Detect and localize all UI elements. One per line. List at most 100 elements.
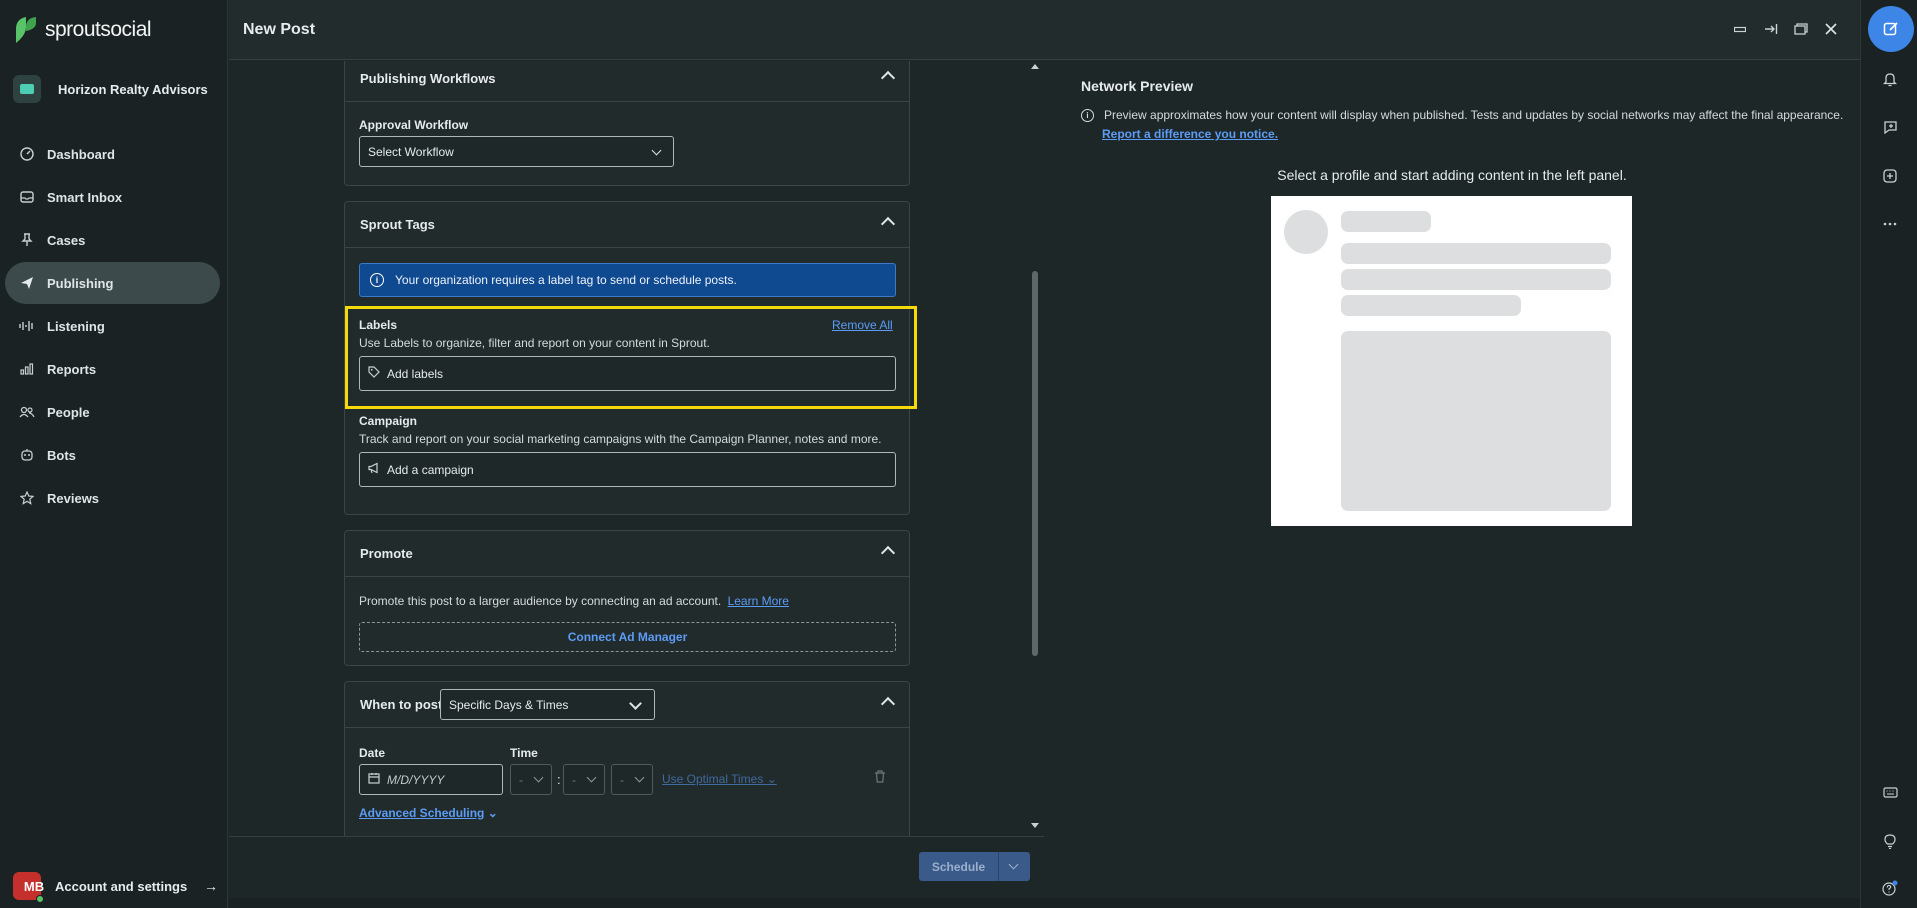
add-campaign-text: Add a campaign: [387, 462, 474, 477]
promote-header[interactable]: Promote: [345, 531, 909, 577]
post-editor: Publishing Workflows Approval Workflow S…: [229, 61, 1044, 836]
nav-people[interactable]: People: [5, 391, 220, 433]
preview-prompt: Select a profile and start adding conten…: [1277, 167, 1627, 183]
name-placeholder: [1341, 211, 1431, 232]
right-rail: [1860, 0, 1917, 908]
schedule-options-dropdown[interactable]: [999, 852, 1030, 881]
compose-icon: [1883, 22, 1898, 36]
lightbulb-icon[interactable]: [1880, 831, 1900, 851]
paper-plane-icon: [19, 275, 35, 291]
sprout-tags-panel: Sprout Tags i Your organization requires…: [344, 201, 910, 515]
preview-note: i Preview approximates how your content …: [1081, 108, 1843, 122]
add-labels-text: Add labels: [387, 366, 444, 381]
brand-name: sproutsocial: [45, 18, 152, 41]
nav-reviews[interactable]: Reviews: [5, 477, 220, 519]
nav-listening[interactable]: Listening: [5, 305, 220, 347]
account-label: Account and settings: [55, 878, 188, 894]
horizontal-scrollbar[interactable]: [229, 898, 1860, 908]
approval-workflow-select[interactable]: Select Workflow: [359, 136, 674, 167]
account-settings[interactable]: MB Account and settings →: [13, 872, 218, 903]
nav-reports[interactable]: Reports: [5, 348, 220, 390]
nav-label: Reviews: [47, 490, 100, 506]
publishing-workflows-panel: Publishing Workflows Approval Workflow S…: [344, 61, 910, 186]
org-switcher[interactable]: Horizon Realty Advisors: [13, 75, 208, 103]
help-icon[interactable]: [1880, 878, 1900, 898]
compose-button[interactable]: [1868, 6, 1914, 52]
online-status-dot: [36, 895, 44, 903]
promote-text: Promote this post to a larger audience b…: [359, 594, 722, 608]
panel-title: Promote: [360, 546, 413, 561]
keyboard-icon[interactable]: [1880, 782, 1900, 802]
chevron-up-icon: [880, 545, 896, 561]
panel-title: Sprout Tags: [360, 217, 435, 232]
minute-select[interactable]: -: [563, 764, 605, 795]
editor-scrollbar[interactable]: [1029, 61, 1041, 835]
labels-description: Use Labels to organize, filter and repor…: [359, 336, 710, 350]
advanced-scheduling-link[interactable]: Advanced Scheduling ⌄: [359, 806, 498, 820]
scroll-up-arrow[interactable]: [1031, 64, 1039, 69]
nav-publishing[interactable]: Publishing: [5, 262, 220, 304]
star-icon: [19, 490, 35, 506]
nav-label: Publishing: [47, 275, 114, 291]
promote-panel: Promote Promote this post to a larger au…: [344, 530, 910, 666]
pin-icon: [19, 232, 35, 248]
connect-ad-manager-button[interactable]: Connect Ad Manager: [359, 622, 896, 652]
collapse-right-icon[interactable]: [1762, 20, 1780, 38]
gauge-icon: [19, 146, 35, 162]
when-to-post-header[interactable]: When to post Specific Days & Times: [345, 682, 909, 728]
date-label: Date: [359, 746, 386, 760]
bell-icon[interactable]: [1880, 69, 1900, 89]
scroll-down-arrow[interactable]: [1031, 823, 1039, 828]
close-icon[interactable]: [1822, 20, 1840, 38]
nav-label: Dashboard: [47, 146, 115, 162]
timing-value: Specific Days & Times: [449, 697, 569, 712]
nav-smart-inbox[interactable]: Smart Inbox: [5, 176, 220, 218]
approval-workflow-label: Approval Workflow: [359, 118, 469, 132]
info-icon: i: [370, 273, 384, 287]
hour-select[interactable]: -: [510, 764, 552, 795]
chevron-down-icon: [586, 772, 597, 783]
nav-dashboard[interactable]: Dashboard: [5, 133, 220, 175]
campaign-description: Track and report on your social marketin…: [359, 432, 882, 446]
nav-cases[interactable]: Cases: [5, 219, 220, 261]
chevron-down-icon: [651, 145, 662, 156]
waveform-icon: [19, 318, 35, 334]
avatar-placeholder: [1284, 210, 1328, 254]
page-title: New Post: [243, 21, 316, 38]
ampm-value: -: [620, 772, 624, 787]
feedback-chat-icon[interactable]: [1880, 117, 1900, 137]
labels-title: Labels: [359, 318, 398, 332]
org-name: Horizon Realty Advisors: [58, 81, 208, 97]
trash-icon[interactable]: [874, 770, 888, 784]
left-sidebar: sproutsocial Horizon Realty Advisors Das…: [0, 0, 228, 908]
scroll-thumb[interactable]: [1032, 271, 1038, 656]
chevron-down-icon: [634, 772, 645, 783]
learn-more-link[interactable]: Learn More: [728, 594, 789, 608]
use-optimal-times-link[interactable]: Use Optimal Times ⌄: [662, 772, 777, 786]
hour-value: -: [519, 772, 523, 787]
publishing-workflows-header[interactable]: Publishing Workflows: [345, 61, 909, 102]
post-timing-select[interactable]: Specific Days & Times: [440, 689, 655, 720]
date-input[interactable]: M/D/YYYY: [359, 764, 503, 795]
nav-bots[interactable]: Bots: [5, 434, 220, 476]
ampm-select[interactable]: -: [611, 764, 653, 795]
sprout-tags-header[interactable]: Sprout Tags: [345, 202, 909, 248]
sprout-social-logo[interactable]: sproutsocial: [13, 15, 152, 45]
more-options-icon[interactable]: [1880, 214, 1900, 234]
add-labels-input[interactable]: Add labels: [359, 356, 896, 391]
panel-title: Publishing Workflows: [360, 71, 496, 86]
calendar-icon: [368, 772, 380, 787]
text-line-placeholder: [1341, 295, 1521, 316]
add-campaign-input[interactable]: Add a campaign: [359, 452, 896, 487]
nav-label: Listening: [47, 318, 105, 334]
composer-footer: Schedule: [229, 836, 1044, 898]
folder-icon: [13, 75, 41, 103]
remove-all-link[interactable]: Remove All: [832, 318, 893, 332]
popout-window-icon[interactable]: [1792, 20, 1810, 38]
nav-label: Bots: [47, 447, 76, 463]
report-difference-link[interactable]: Report a difference you notice.: [1102, 127, 1278, 141]
add-box-icon[interactable]: [1880, 166, 1900, 186]
minimize-icon[interactable]: [1731, 20, 1749, 38]
schedule-button[interactable]: Schedule: [919, 852, 999, 881]
chevron-up-icon: [880, 70, 896, 86]
